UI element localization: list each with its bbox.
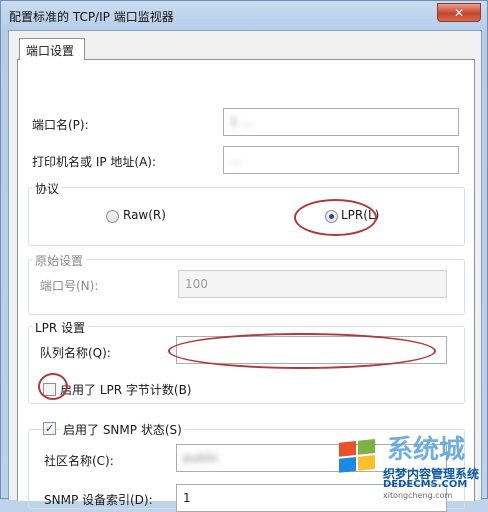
lpr-settings-title: LPR 设置 [32,319,89,336]
snmp-device-index-value: 1 [183,491,191,505]
port-name-value: 1 ... [230,115,253,129]
snmp-enable-checkbox[interactable]: ✓ [43,422,56,435]
printer-address-label: 打印机名或 IP 地址(A): [32,155,157,169]
raw-radio[interactable] [106,210,119,223]
watermark-big-text: 系统城 [387,435,466,465]
queue-name-highlight-annotation [168,333,436,369]
port-number-input[interactable]: 100 [178,270,447,298]
printer-address-value: ... [230,153,242,167]
port-number-value: 100 [185,277,208,291]
raw-settings-title: 原始设置 [32,252,87,269]
close-icon: ✕ [453,5,465,20]
port-name-input[interactable]: 1 ... [223,108,459,136]
protocol-group-title: 协议 [32,180,63,197]
site-watermark: 系统城 织梦内容管理系统 DEDECMS.COM xitongcheng.com [323,425,488,500]
window-title: 配置标准的 TCP/IP 端口监视器 [9,10,174,24]
lpr-byte-count-label[interactable]: 启用了 LPR 字节计数(B) [60,381,192,398]
watermark-url: DEDECMS.COM [383,479,468,490]
protocol-group [28,187,465,246]
raw-radio-label[interactable]: Raw(R) [123,208,166,222]
windows-logo-icon [339,439,375,473]
queue-name-label: 队列名称(Q): [40,346,111,360]
port-name-label: 端口名(P): [32,118,89,132]
tab-port-settings[interactable]: 端口设置 [19,38,85,60]
community-name-value: public [183,451,220,465]
community-name-label: 社区名称(C): [44,454,114,468]
snmp-enable-label[interactable]: 启用了 SNMP 状态(S) [60,421,185,438]
close-button[interactable]: ✕ [437,3,481,22]
port-number-label: 端口号(N): [40,279,99,293]
lpr-highlight-annotation [294,199,377,236]
printer-address-input[interactable]: ... [223,146,459,174]
dialog-window: 配置标准的 TCP/IP 端口监视器 ✕ 端口设置 端口名(P): 1 ... … [0,0,488,512]
title-bar: 配置标准的 TCP/IP 端口监视器 ✕ [1,1,487,31]
checkbox-highlight-annotation [38,373,68,400]
tab-label: 端口设置 [26,44,75,58]
snmp-device-index-label: SNMP 设备索引(D): [44,493,153,507]
